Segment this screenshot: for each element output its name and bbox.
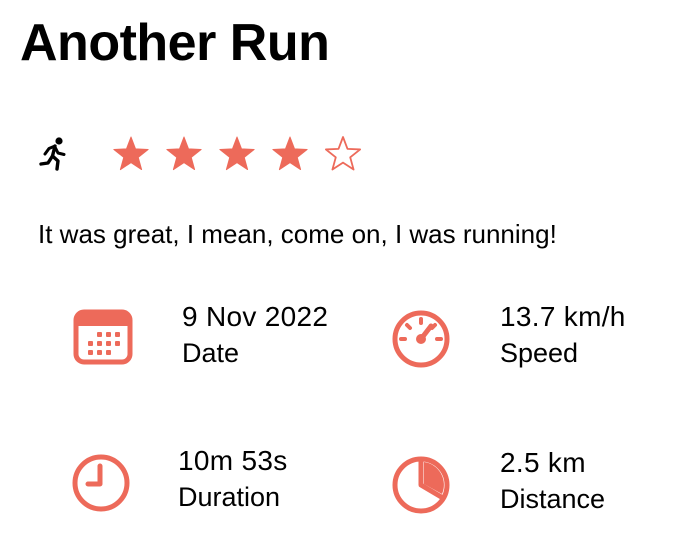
- page-title: Another Run: [20, 14, 330, 72]
- stat-distance-value: 2.5 km: [500, 447, 586, 478]
- stat-date-value: 9 Nov 2022: [182, 301, 329, 332]
- activity-type: [38, 132, 70, 176]
- running-figure-icon: [39, 137, 66, 171]
- star-empty-icon[interactable]: [324, 135, 362, 173]
- stat-duration-label: Duration: [178, 482, 281, 512]
- star-filled-icon[interactable]: [271, 135, 309, 173]
- stat-speed-label: Speed: [500, 338, 579, 368]
- speedometer-icon: [392, 310, 450, 368]
- stat-speed-value: 13.7 km/h: [500, 301, 626, 332]
- star-filled-icon[interactable]: [165, 135, 203, 173]
- stat-distance-label: Distance: [500, 484, 606, 514]
- calendar-icon: [73, 309, 133, 365]
- run-notes: It was great, I mean, come on, I was run…: [38, 219, 557, 249]
- star-filled-icon[interactable]: [218, 135, 256, 173]
- pie-chart-icon: [392, 456, 450, 514]
- stat-date-label: Date: [182, 338, 240, 368]
- stat-duration-value: 10m 53s: [178, 445, 288, 476]
- star-filled-icon[interactable]: [112, 135, 150, 173]
- star-rating[interactable]: [112, 132, 377, 176]
- clock-icon: [72, 454, 130, 512]
